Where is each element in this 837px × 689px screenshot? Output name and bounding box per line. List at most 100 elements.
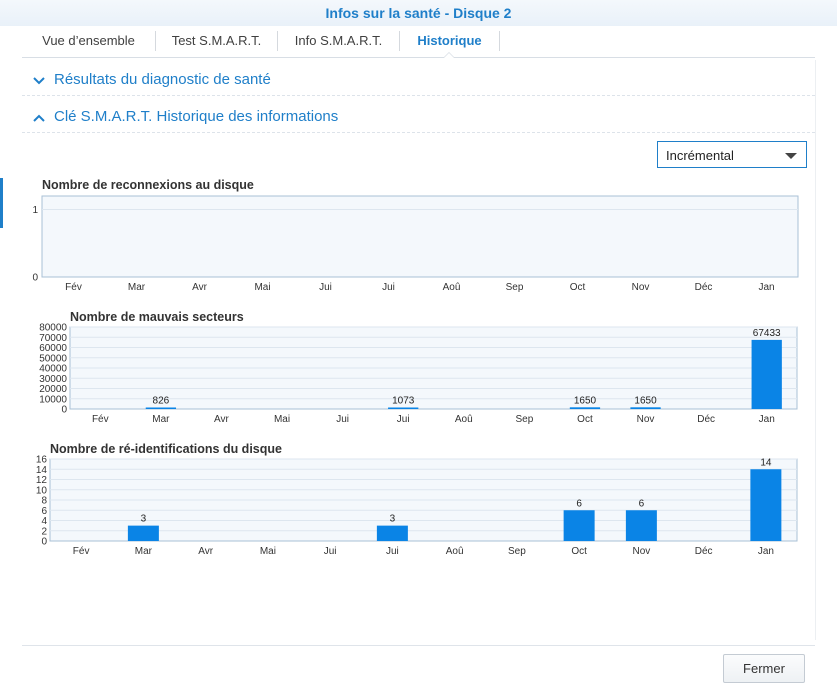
- y-tick-label: 8: [41, 496, 47, 507]
- x-tick-label: Avr: [192, 282, 207, 293]
- bar: [569, 407, 601, 409]
- bar: [750, 469, 782, 541]
- tab-smart-info[interactable]: Info S.M.A.R.T.: [278, 26, 399, 57]
- window-title: Infos sur la santé - Disque 2: [325, 5, 512, 21]
- y-tick-label: 2: [41, 526, 47, 537]
- x-tick-label: Avr: [198, 546, 213, 557]
- y-tick-label: 70000: [39, 333, 67, 344]
- x-tick-label: Mai: [260, 546, 276, 557]
- footer-divider: [22, 645, 815, 646]
- y-tick-label: 0: [61, 405, 67, 416]
- x-tick-label: Mai: [274, 414, 290, 425]
- mode-select-value: Incrémental: [666, 148, 734, 163]
- x-tick-label: Nov: [632, 546, 650, 557]
- x-tick-label: Aoû: [443, 282, 461, 293]
- tab-separator: [499, 31, 500, 51]
- tab-smart-test[interactable]: Test S.M.A.R.T.: [156, 26, 277, 57]
- x-tick-label: Jui: [336, 414, 349, 425]
- y-tick-label: 0: [32, 273, 38, 284]
- bar: [563, 510, 595, 541]
- bar: [751, 339, 782, 409]
- y-tick-label: 40000: [39, 364, 67, 375]
- x-tick-label: Jui: [382, 282, 395, 293]
- title-bar[interactable]: Infos sur la santé - Disque 2: [0, 0, 837, 26]
- x-tick-label: Mar: [152, 414, 170, 425]
- chevron-down-icon: [33, 77, 45, 85]
- chart-title: Nombre de ré-identifications du disque: [50, 442, 282, 456]
- x-tick-label: Fév: [92, 414, 109, 425]
- tab-bar: Vue d’ensemble Test S.M.A.R.T. Info S.M.…: [22, 26, 815, 58]
- mode-select[interactable]: Incrémental: [657, 141, 807, 168]
- x-tick-label: Avr: [214, 414, 229, 425]
- x-tick-label: Mar: [128, 282, 146, 293]
- data-label: 67433: [753, 328, 781, 339]
- y-tick-label: 10: [36, 485, 48, 496]
- section-label: Résultats du diagnostic de santé: [54, 71, 271, 88]
- chart-reconnections: Nombre de reconnexions au disque 0 1 Fév Mar…: [32, 178, 799, 293]
- bar: [625, 510, 657, 541]
- y-tick-label: 4: [41, 516, 47, 527]
- data-label: 3: [390, 514, 396, 525]
- data-label: 1650: [634, 395, 657, 406]
- section-label: Clé S.M.A.R.T. Historique des informatio…: [54, 108, 339, 125]
- chart-bad-sectors: Nombre de mauvais secteurs 01000020000300…: [39, 310, 798, 425]
- x-tick-label: Sep: [508, 546, 526, 557]
- y-tick-label: 10000: [39, 394, 67, 405]
- x-tick-label: Jan: [758, 546, 774, 557]
- chart-title: Nombre de reconnexions au disque: [42, 178, 254, 192]
- bar: [376, 525, 408, 541]
- y-tick-label: 1: [32, 205, 38, 216]
- x-tick-label: Déc: [697, 414, 715, 425]
- x-tick-label: Déc: [695, 546, 713, 557]
- y-tick-label: 30000: [39, 374, 67, 385]
- y-tick-label: 20000: [39, 384, 67, 395]
- y-tick-label: 0: [41, 537, 47, 548]
- section-smart-history[interactable]: Clé S.M.A.R.T. Historique des informatio…: [22, 103, 815, 133]
- x-tick-label: Jan: [758, 282, 774, 293]
- data-label: 1650: [574, 395, 597, 406]
- y-tick-label: 60000: [39, 343, 67, 354]
- x-tick-label: Aoû: [455, 414, 473, 425]
- y-tick-label: 6: [41, 506, 47, 517]
- close-button[interactable]: Fermer: [723, 654, 805, 683]
- y-tick-label: 80000: [39, 323, 67, 334]
- bar: [630, 407, 661, 409]
- x-tick-label: Nov: [637, 414, 655, 425]
- plot-area: [41, 195, 799, 278]
- scroll-track: [815, 60, 816, 640]
- x-tick-label: Fév: [73, 546, 90, 557]
- y-tick-label: 16: [36, 455, 48, 466]
- data-label: 826: [153, 396, 170, 407]
- y-tick-label: 50000: [39, 353, 67, 364]
- x-tick-label: Oct: [577, 414, 593, 425]
- chart-title: Nombre de mauvais secteurs: [70, 310, 244, 324]
- health-info-window: Infos sur la santé - Disque 2 Vue d’ense…: [0, 0, 837, 689]
- y-tick-label: 14: [36, 465, 48, 476]
- bar: [127, 525, 159, 541]
- data-label: 6: [639, 498, 645, 509]
- chevron-up-icon: [33, 114, 45, 122]
- x-tick-label: Sep: [515, 414, 533, 425]
- x-tick-label: Déc: [695, 282, 713, 293]
- section-health-diagnostics[interactable]: Résultats du diagnostic de santé: [22, 66, 815, 96]
- x-tick-label: Jui: [324, 546, 337, 557]
- x-tick-label: Jui: [386, 546, 399, 557]
- caret-down-icon: [785, 153, 797, 159]
- x-tick-label: Oct: [571, 546, 587, 557]
- y-tick-label: 12: [36, 475, 48, 486]
- x-tick-label: Mai: [254, 282, 270, 293]
- active-tab-pointer-inner: [444, 53, 454, 58]
- x-tick-label: Nov: [632, 282, 650, 293]
- x-tick-label: Aoû: [446, 546, 464, 557]
- tab-overview[interactable]: Vue d’ensemble: [22, 26, 155, 57]
- data-label: 6: [576, 498, 582, 509]
- bar: [388, 407, 419, 409]
- chart-reidentifications: Nombre de ré-identifications du disque 02…: [36, 442, 798, 557]
- x-tick-label: Oct: [570, 282, 586, 293]
- x-tick-label: Jui: [319, 282, 332, 293]
- x-tick-label: Mar: [135, 546, 153, 557]
- x-tick-label: Jui: [397, 414, 410, 425]
- bar: [145, 407, 177, 409]
- data-label: 3: [141, 514, 147, 525]
- x-tick-label: Jan: [759, 414, 775, 425]
